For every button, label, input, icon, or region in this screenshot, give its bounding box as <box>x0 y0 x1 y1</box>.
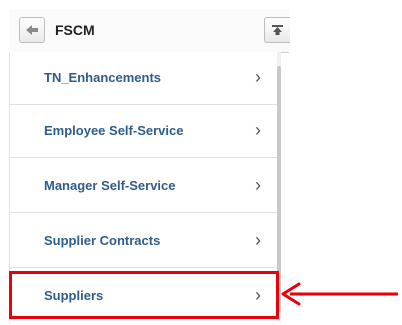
menu-item-label: Employee Self-Service <box>44 123 184 138</box>
header-title: FSCM <box>55 22 95 38</box>
menu-item-manager-self-service[interactable]: Manager Self-Service › <box>10 160 278 213</box>
menu-item-label: TN_Enhancements <box>44 70 162 85</box>
menu-item-label: Supplier Contracts <box>44 233 161 248</box>
menu-item-tn-enhancements[interactable]: TN_Enhancements › <box>10 52 278 105</box>
chevron-right-icon: › <box>255 120 261 140</box>
highlight-box <box>9 271 279 319</box>
back-arrow-icon <box>26 25 38 35</box>
back-button[interactable] <box>19 17 45 43</box>
menu-item-supplier-contracts[interactable]: Supplier Contracts › <box>10 215 278 268</box>
chevron-right-icon: › <box>255 230 261 250</box>
scroll-top-icon <box>272 25 283 35</box>
chevron-right-icon: › <box>255 67 261 87</box>
chevron-right-icon: › <box>255 175 261 195</box>
menu-item-employee-self-service[interactable]: Employee Self-Service › <box>10 105 278 158</box>
annotation-arrow-icon <box>281 282 398 306</box>
scroll-to-top-button[interactable] <box>264 17 290 43</box>
menu-item-label: Manager Self-Service <box>44 178 176 193</box>
fluid-nav-header: FSCM <box>9 9 290 53</box>
